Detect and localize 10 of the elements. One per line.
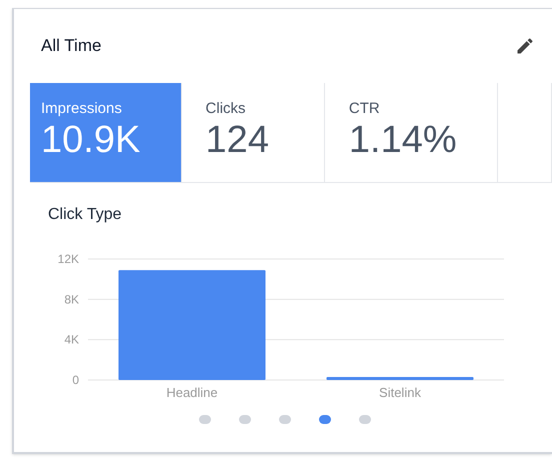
chart-title: Click Type [48, 205, 122, 225]
axis-label: 12K [58, 252, 79, 266]
edit-icon[interactable] [515, 36, 535, 56]
axis-label: 0 [72, 373, 79, 387]
card-title: All Time [41, 35, 102, 58]
axis-label: 4K [64, 332, 79, 347]
axis-label: Sitelink [379, 385, 421, 400]
metric-tab[interactable]: Clicks 124 [182, 83, 325, 182]
axis-label: Headline [166, 385, 218, 400]
axis-label: 8K [64, 292, 79, 306]
